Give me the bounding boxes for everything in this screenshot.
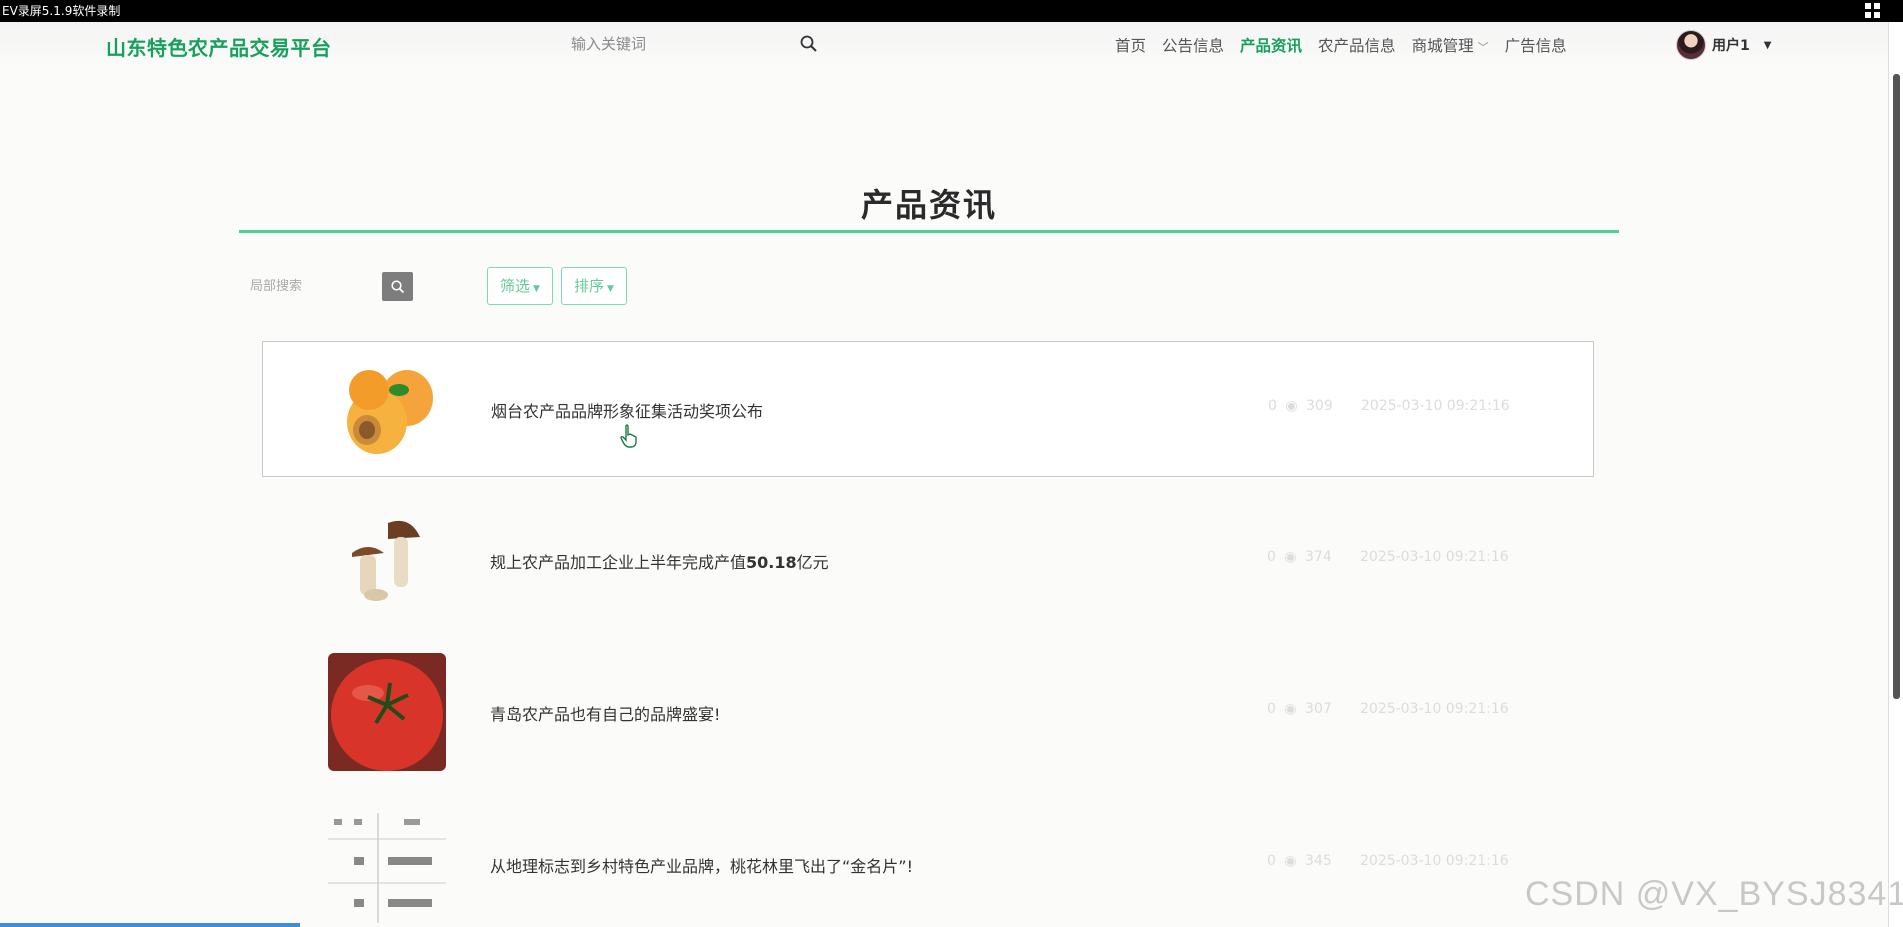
document-image [328, 805, 446, 923]
search-icon [390, 279, 404, 293]
user-menu[interactable]: 用户1 ▼ [1676, 30, 1771, 60]
nav-item-mall-management[interactable]: 商城管理 ﹀ [1412, 34, 1489, 56]
title-divider [239, 230, 1619, 233]
chevron-down-icon: ﹀ [1477, 41, 1489, 54]
search-icon[interactable] [799, 34, 821, 56]
news-title[interactable]: 规上农产品加工企业上半年完成产值50.18亿元 [490, 549, 829, 573]
news-title-suffix: 亿元 [796, 553, 829, 572]
nav-item-home[interactable]: 首页 [1115, 34, 1146, 56]
view-count: 309 [1306, 398, 1333, 414]
caret-down-icon: ▼ [1763, 39, 1772, 51]
scrollbar-thumb[interactable] [1893, 74, 1900, 699]
news-item[interactable]: 烟台农产品品牌形象征集活动奖项公布 0 ◉ 309 2025-03-10 09:… [262, 341, 1594, 477]
tomato-image [328, 653, 446, 771]
global-search [571, 30, 821, 58]
eye-icon: ◉ [1285, 398, 1298, 414]
news-item[interactable]: 规上农产品加工企业上半年完成产值50.18亿元 0 ◉ 374 2025-03-… [262, 493, 1594, 629]
scrollbar[interactable] [1888, 22, 1903, 927]
news-meta: 0 ◉ 309 2025-03-10 09:21:16 [1268, 398, 1510, 414]
nav-item-notices[interactable]: 公告信息 [1162, 34, 1224, 56]
filter-dropdown-button[interactable]: 筛选 ▼ [487, 267, 553, 305]
recorder-title-bar: EV录屏5.1.9软件录制 [0, 0, 1903, 22]
nav-item-mall-label: 商城管理 [1411, 37, 1474, 55]
eye-icon: ◉ [1284, 701, 1297, 717]
eye-icon: ◉ [1284, 549, 1297, 565]
news-date: 2025-03-10 09:21:16 [1360, 853, 1509, 869]
global-search-input[interactable] [571, 30, 781, 58]
news-title[interactable]: 烟台农产品品牌形象征集活动奖项公布 [491, 398, 763, 422]
news-title[interactable]: 从地理标志到乡村特色产业品牌，桃花林里飞出了“金名片”! [490, 853, 913, 877]
news-title[interactable]: 青岛农产品也有自己的品牌盛宴! [490, 701, 720, 725]
hand-cursor-icon [620, 424, 637, 448]
fullscreen-icon[interactable] [1865, 3, 1881, 19]
news-meta: 0 ◉ 374 2025-03-10 09:21:16 [1267, 549, 1509, 565]
view-count: 307 [1305, 701, 1332, 717]
recorder-title: EV录屏5.1.9软件录制 [2, 4, 121, 18]
news-item[interactable]: 从地理标志到乡村特色产业品牌，桃花林里飞出了“金名片”! 0 ◉ 345 202… [262, 797, 1594, 927]
like-count: 0 [1268, 398, 1277, 414]
news-meta: 0 ◉ 307 2025-03-10 09:21:16 [1267, 701, 1509, 717]
brand-logo-text[interactable]: 山东特色农产品交易平台 [106, 32, 332, 61]
apricot-image [329, 350, 447, 468]
caret-down-icon: ▼ [607, 284, 614, 294]
watermark: CSDN @VX_BYSJ8341 [1525, 875, 1903, 913]
filter-label: 筛选 [500, 277, 531, 295]
nav-item-products[interactable]: 农产品信息 [1318, 34, 1396, 56]
news-date: 2025-03-10 09:21:16 [1360, 549, 1509, 565]
nav-item-product-news[interactable]: 产品资讯 [1240, 34, 1302, 56]
news-date: 2025-03-10 09:21:16 [1360, 701, 1509, 717]
like-count: 0 [1267, 853, 1276, 869]
caret-down-icon: ▼ [533, 284, 540, 294]
mushroom-image [328, 501, 446, 619]
nav-item-ads[interactable]: 广告信息 [1505, 34, 1567, 56]
sort-dropdown-button[interactable]: 排序 ▼ [561, 267, 627, 305]
sort-label: 排序 [574, 277, 605, 295]
like-count: 0 [1267, 701, 1276, 717]
local-search-input[interactable] [250, 270, 370, 302]
local-search-button[interactable] [382, 272, 413, 301]
news-date: 2025-03-10 09:21:16 [1361, 398, 1510, 414]
news-title-text: 规上农产品加工企业上半年完成产值 [490, 553, 747, 572]
news-item[interactable]: 青岛农产品也有自己的品牌盛宴! 0 ◉ 307 2025-03-10 09:21… [262, 645, 1594, 781]
local-search [250, 270, 413, 302]
top-header: 山东特色农产品交易平台 首页 公告信息 产品资讯 农产品信息 商城管理﹀ 广告信… [0, 22, 1888, 68]
view-count: 345 [1305, 853, 1332, 869]
main-nav: 首页 公告信息 产品资讯 农产品信息 商城管理 ﹀ 广告信息 [1115, 34, 1583, 56]
like-count: 0 [1267, 549, 1276, 565]
page-title: 产品资讯 [860, 186, 997, 224]
news-meta: 0 ◉ 345 2025-03-10 09:21:16 [1267, 853, 1509, 869]
progress-strip [0, 923, 300, 927]
eye-icon: ◉ [1284, 853, 1297, 869]
news-title-number: 50.18 [746, 553, 797, 572]
view-count: 374 [1305, 549, 1332, 565]
user-name: 用户1 [1712, 38, 1750, 54]
avatar [1676, 30, 1706, 60]
